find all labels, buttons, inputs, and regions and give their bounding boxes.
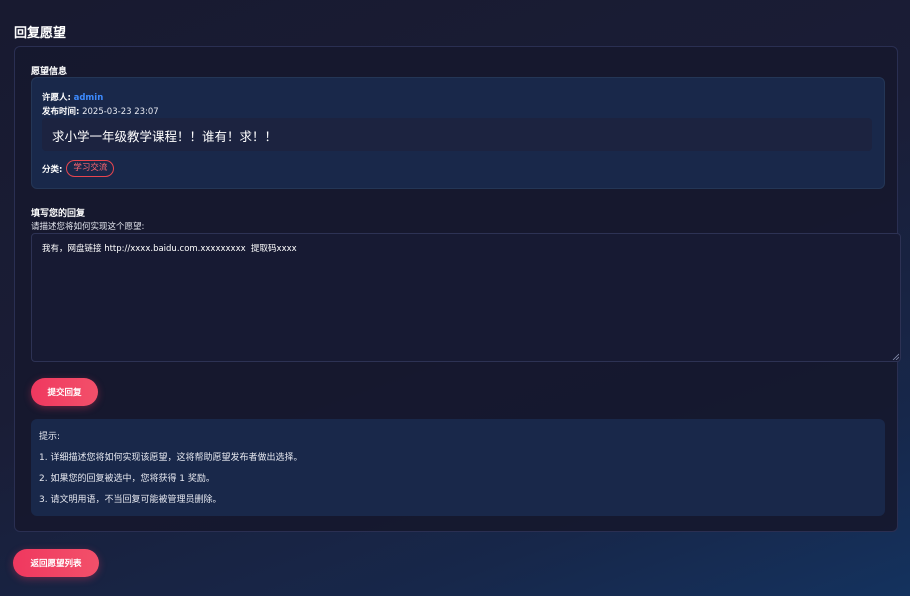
tips-panel: 提示: 1. 详细描述您将如何实现该愿望，这将帮助愿望发布者做出选择。 2. 如… [31, 419, 885, 516]
publish-time-value: 2025-03-23 23:07 [82, 107, 159, 117]
tip-item: 3. 请文明用语，不当回复可能被管理员删除。 [39, 495, 222, 505]
publish-time-row: 发布时间: 2025-03-23 23:07 [42, 105, 159, 117]
author-row: 许愿人: admin [42, 91, 103, 103]
reply-textarea[interactable]: 我有，网盘链接 http://xxxx.baidu.com.xxxxxxxxx … [31, 233, 901, 362]
category-row: 分类: 学习交流 [42, 160, 115, 177]
publish-time-label: 发布时间: [42, 107, 80, 117]
submit-reply-button[interactable]: 提交回复 [31, 378, 98, 406]
tip-item: 2. 如果您的回复被选中，您将获得 1 奖励。 [39, 474, 215, 484]
reply-section-label: 填写您的回复 [31, 209, 86, 219]
wish-content: 求小学一年级教学课程！！谁有！求！！ [42, 118, 872, 151]
back-to-wish-list-button[interactable]: 返回愿望列表 [13, 549, 99, 577]
category-label: 分类: [42, 164, 63, 175]
reply-card: 愿望信息 许愿人: admin 发布时间: 2025-03-23 23:07 求… [14, 46, 901, 532]
reply-hint: 请描述您将如何实现这个愿望: [31, 222, 145, 232]
tips-title: 提示: [39, 432, 61, 442]
author-name-link[interactable]: admin [74, 93, 104, 103]
tip-item: 1. 详细描述您将如何实现该愿望，这将帮助愿望发布者做出选择。 [39, 453, 303, 463]
author-label: 许愿人: [42, 93, 71, 103]
page-title: 回复愿望 [14, 26, 67, 41]
wish-info-panel: 许愿人: admin 发布时间: 2025-03-23 23:07 求小学一年级… [31, 77, 885, 189]
category-tag[interactable]: 学习交流 [66, 160, 115, 177]
wish-info-label: 愿望信息 [31, 67, 68, 77]
resize-grip-icon[interactable] [892, 353, 899, 360]
